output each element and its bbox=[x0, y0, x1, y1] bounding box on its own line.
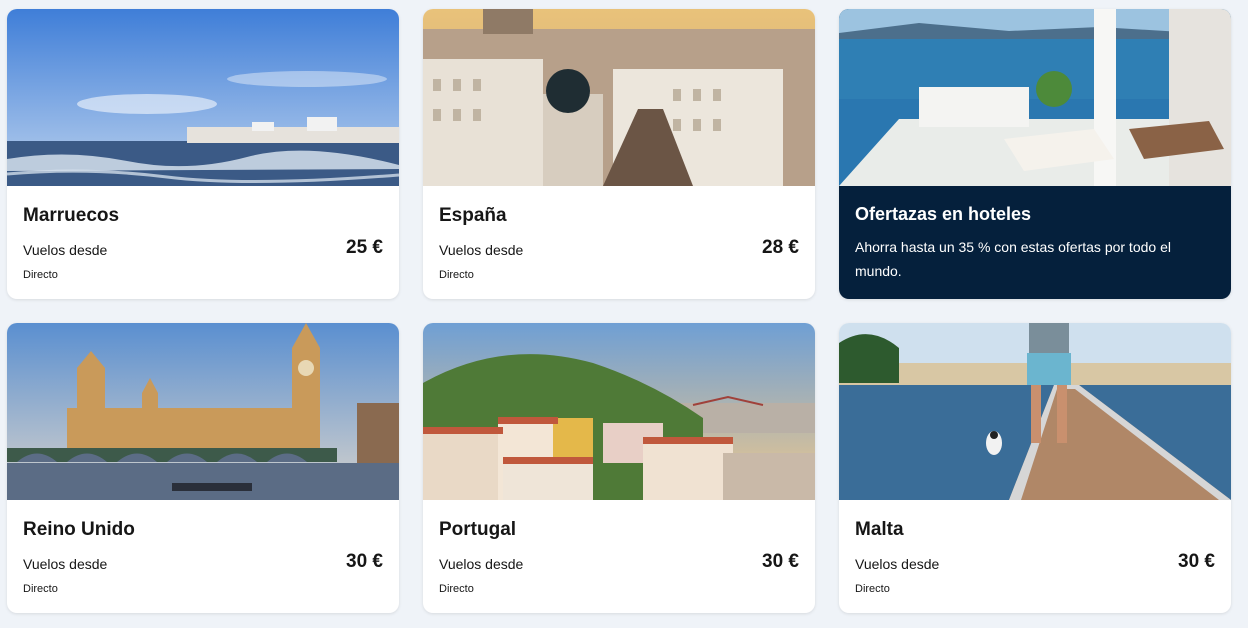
flights-from-label: Vuelos desde bbox=[855, 556, 940, 572]
reino-unido-london-image bbox=[7, 323, 399, 500]
destination-card-marruecos[interactable]: Marruecos Vuelos desde 25 € Directo bbox=[7, 9, 399, 299]
destination-card-portugal[interactable]: Portugal Vuelos desde 30 € Directo bbox=[423, 323, 815, 613]
flights-from-label: Vuelos desde bbox=[23, 556, 108, 572]
flights-from-label: Vuelos desde bbox=[439, 556, 524, 572]
direct-label: Directo bbox=[439, 269, 474, 281]
card-title: Reino Unido bbox=[23, 519, 135, 540]
direct-label: Directo bbox=[23, 269, 58, 281]
direct-label: Directo bbox=[439, 583, 474, 595]
marruecos-coast-image bbox=[7, 9, 399, 186]
promo-description: Ahorra hasta un 35 % con estas ofertas p… bbox=[855, 239, 1171, 279]
price: 25 € bbox=[346, 237, 383, 258]
destination-card-malta[interactable]: Malta Vuelos desde 30 € Directo bbox=[839, 323, 1231, 613]
espana-city-image bbox=[423, 9, 815, 186]
card-title: Portugal bbox=[439, 519, 517, 540]
card-title: Marruecos bbox=[23, 205, 120, 226]
malta-pier-image bbox=[839, 323, 1231, 500]
card-title: Malta bbox=[855, 519, 904, 540]
promo-title: Ofertazas en hoteles bbox=[855, 204, 1032, 224]
hotel-deals-promo-card[interactable]: Ofertazas en hoteles Ahorra hasta un 35 … bbox=[839, 9, 1231, 299]
price: 30 € bbox=[1178, 551, 1215, 572]
price: 28 € bbox=[762, 237, 799, 258]
destination-card-reino-unido[interactable]: Reino Unido Vuelos desde 30 € Directo bbox=[7, 323, 399, 613]
hotel-terrace-image bbox=[839, 9, 1231, 186]
direct-label: Directo bbox=[23, 583, 58, 595]
price: 30 € bbox=[762, 551, 799, 572]
flights-from-label: Vuelos desde bbox=[23, 242, 108, 258]
direct-label: Directo bbox=[855, 583, 890, 595]
destination-card-espana[interactable]: España Vuelos desde 28 € Directo bbox=[423, 9, 815, 299]
card-title: España bbox=[439, 205, 507, 226]
price: 30 € bbox=[346, 551, 383, 572]
portugal-lisbon-image bbox=[423, 323, 815, 500]
flights-from-label: Vuelos desde bbox=[439, 242, 524, 258]
